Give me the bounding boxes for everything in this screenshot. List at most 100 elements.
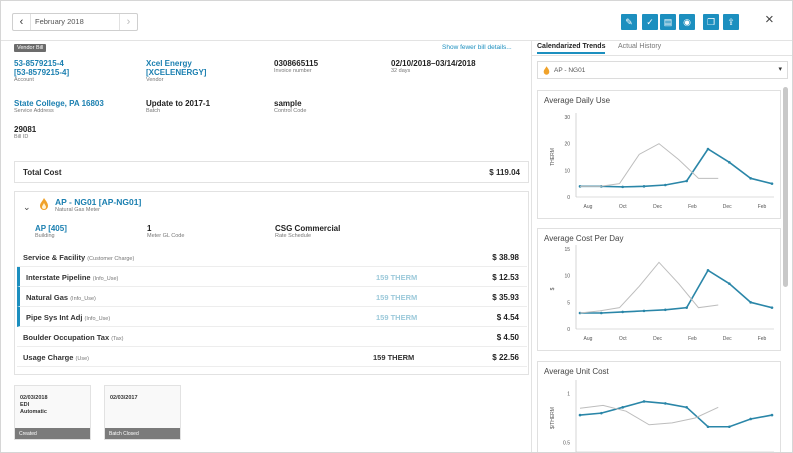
show-fewer-link[interactable]: Show fewer bill details... <box>442 44 512 51</box>
chart-card-cost-per-day: Average Cost Per Day 0 5 10 15 $ Aug Oct Dec Feb… <box>537 228 781 351</box>
close-icon[interactable]: × <box>765 12 774 28</box>
chevron-right-icon[interactable]: › <box>119 14 137 30</box>
y-tick-label: 30 <box>564 115 570 121</box>
data-point <box>685 406 688 409</box>
y-axis-label: $/THERM <box>550 407 556 429</box>
meter-select[interactable]: AP - NG01 ▾ <box>537 61 788 79</box>
data-point <box>685 179 688 183</box>
charge-amount: $ 4.54 <box>496 313 519 322</box>
average-cost-per-day-chart: 0 5 10 15 $ Aug Oct Dec Feb Dec Feb <box>550 245 774 342</box>
charge-quantity: 159 THERM <box>376 293 418 302</box>
history-status: Batch Closed <box>105 428 180 439</box>
data-point <box>770 413 774 417</box>
export-icon[interactable]: ⇪ <box>723 14 739 30</box>
document-icon[interactable]: ▤ <box>660 14 676 30</box>
charge-amount: $ 12.53 <box>492 273 519 282</box>
copy-icon[interactable]: ❐ <box>703 14 719 30</box>
data-point <box>770 306 774 309</box>
history-source: EDI <box>20 402 30 408</box>
data-point <box>642 185 646 188</box>
account-label: Account <box>14 77 34 83</box>
y-tick-label: 20 <box>564 142 570 148</box>
data-point <box>706 425 710 429</box>
charge-row: Natural Gas (Info_Use) 159 THERM $ 35.93 <box>17 287 527 307</box>
x-tick-label: Aug <box>584 204 593 210</box>
series-line-current <box>580 269 773 314</box>
y-tick-label: 0 <box>567 327 570 333</box>
y-tick-label: 10 <box>564 168 570 174</box>
data-point <box>749 177 752 180</box>
service-address-block: State College, PA 16803 Service Address <box>14 99 139 114</box>
meter-type: Natural Gas Meter <box>55 207 100 213</box>
data-point <box>621 310 624 314</box>
control-code: sample <box>274 99 302 108</box>
charge-name: Pipe Sys Int Adj (Info_Use) <box>26 313 111 322</box>
building-label: Building <box>35 233 55 239</box>
charge-amount: $ 22.56 <box>492 353 519 362</box>
data-point <box>642 400 646 403</box>
building-block: AP [405] Building <box>35 224 67 239</box>
account-link[interactable]: 53-8579215-4 [53-8579215-4] <box>14 59 124 77</box>
charge-amount: $ 35.93 <box>492 293 519 302</box>
x-tick-label: Feb <box>758 336 767 342</box>
total-cost-label: Total Cost <box>23 168 62 177</box>
data-point <box>749 301 752 304</box>
chevron-left-icon[interactable]: ‹ <box>13 14 31 30</box>
lock-icon[interactable]: ◉ <box>679 14 695 30</box>
series-line-current <box>580 147 773 188</box>
flame-icon <box>39 198 49 210</box>
rate-schedule: CSG Commercial <box>275 224 341 233</box>
rate-label: Rate Schedule <box>275 233 312 239</box>
gl-code-block: 1 Meter GL Code <box>147 224 184 239</box>
gl-code: 1 <box>147 224 152 233</box>
data-point <box>664 183 667 187</box>
scrollbar[interactable] <box>783 87 788 287</box>
charge-name: Usage Charge (Use) <box>23 353 89 362</box>
data-point <box>621 406 624 409</box>
gl-code-label: Meter GL Code <box>147 233 185 239</box>
period-block: 02/10/2018–03/14/2018 32 days <box>391 59 521 74</box>
charge-row: Usage Charge (Use) 159 THERM $ 22.56 <box>17 347 527 367</box>
history-card: 02/03/2017 Batch Closed <box>104 385 181 440</box>
edit-icon[interactable]: ✎ <box>621 14 637 30</box>
service-address-link[interactable]: State College, PA 16803 <box>14 99 139 108</box>
flame-icon <box>543 66 550 75</box>
tab-divider <box>532 55 792 56</box>
y-tick-label: 10 <box>564 274 570 280</box>
vendor-link[interactable]: Xcel Energy [XCELENERGY] <box>146 59 256 77</box>
batch-label: Batch <box>146 108 161 114</box>
data-point <box>728 425 731 429</box>
tab-calendarized-trends[interactable]: Calendarized Trends <box>537 43 606 54</box>
series-line-prior <box>579 404 719 426</box>
x-tick-label: Feb <box>758 204 767 210</box>
x-tick-label: Dec <box>653 204 662 210</box>
charge-amount: $ 38.98 <box>492 253 519 262</box>
building-link[interactable]: AP [405] <box>35 224 67 233</box>
charge-name: Service & Facility (Customer Charge) <box>23 253 135 262</box>
data-point <box>664 402 667 405</box>
y-tick-label: 0.5 <box>563 440 570 446</box>
x-tick-label: Aug <box>584 336 593 342</box>
vendor-block: Xcel Energy [XCELENERGY] Vendor <box>146 59 256 83</box>
meter-select-value: AP - NG01 <box>554 67 586 74</box>
charge-row: Service & Facility (Customer Charge) $ 38… <box>17 247 527 267</box>
invoice-label: Invoice number <box>274 68 312 74</box>
check-icon[interactable]: ✓ <box>642 14 658 30</box>
x-tick-label: Oct <box>619 204 627 210</box>
meter-name-link[interactable]: AP - NG01 [AP-NG01] <box>55 197 141 207</box>
y-axis-label: $ <box>550 287 556 290</box>
collapse-chevron-icon[interactable]: ⌄ <box>23 202 31 213</box>
y-axis-label: THERM <box>550 148 556 166</box>
charge-quantity: 159 THERM <box>376 313 418 322</box>
history-card: 02/03/2018 EDI Automatic Created <box>14 385 91 440</box>
tab-actual-history[interactable]: Actual History <box>618 43 661 50</box>
x-tick-label: Dec <box>723 336 732 342</box>
rate-block: CSG Commercial Rate Schedule <box>275 224 340 239</box>
data-point <box>642 309 646 313</box>
period-days: 32 days <box>391 68 411 74</box>
history-date: 02/03/2018 <box>20 395 48 401</box>
control-label: Control Code <box>274 108 307 114</box>
data-point <box>664 308 667 312</box>
history-date: 02/03/2017 <box>110 395 138 401</box>
top-toolbar: ‹ February 2018 › ✎ ✓ ▤ ◉ ❐ ⇪ × <box>1 1 792 41</box>
